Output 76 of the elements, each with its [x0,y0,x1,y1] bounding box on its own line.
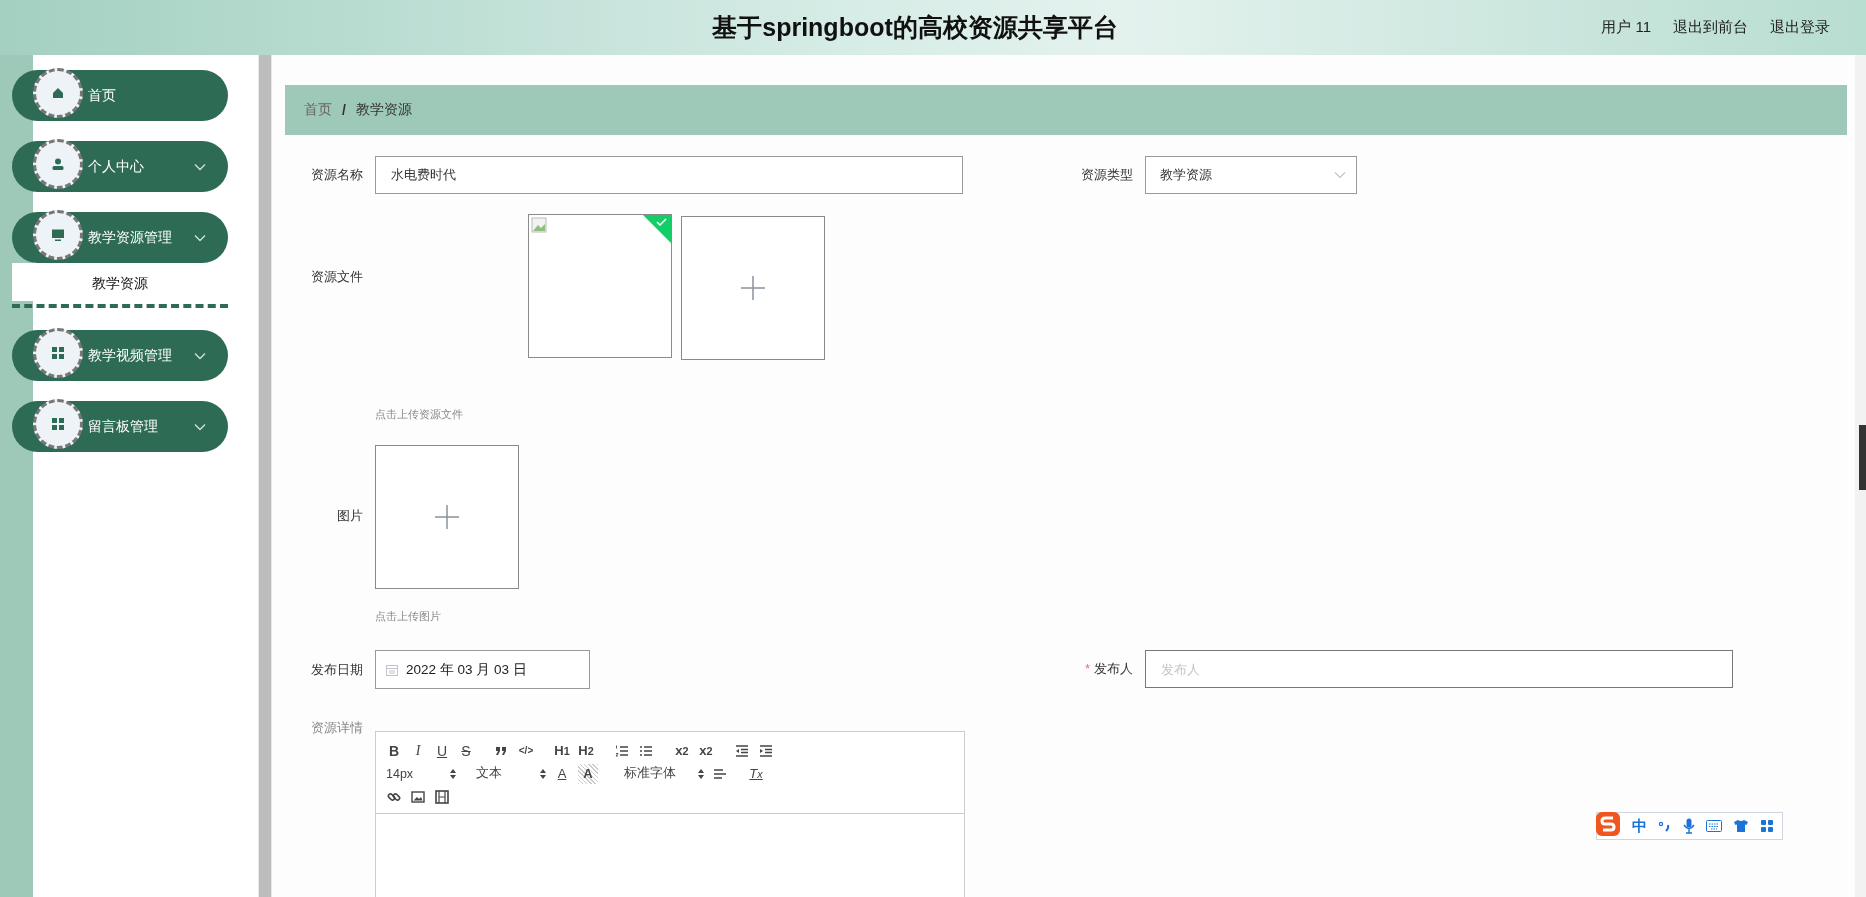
upload-hint: 点击上传图片 [375,609,442,624]
person-icon [51,156,65,171]
chevron-down-icon [194,233,206,242]
breadcrumb-separator: / [342,102,346,118]
text-field[interactable]: 水电费时代 [375,156,963,194]
select-field[interactable]: 教学资源 [1145,156,1357,194]
monitor-icon [51,227,65,242]
field-label: 图片 [337,508,363,523]
chevron-down-icon [194,422,206,431]
chevron-down-icon [194,351,206,360]
plus-icon [434,504,460,530]
menu-label: 教学资源管理 [88,228,173,247]
menu-label: 教学视频管理 [88,346,173,365]
menu-item[interactable]: 个人中心 [12,141,228,192]
bullet-list-icon[interactable] [639,743,653,758]
upload-hint: 点击上传资源文件 [375,407,464,422]
home-icon [51,85,65,100]
background-color-button[interactable]: A [578,763,598,784]
input-mode-button[interactable]: 中 [1632,816,1647,836]
toolbar-select[interactable]: 14px [386,763,456,784]
menu-label: 留言板管理 [88,417,159,436]
field-label: 资源详情 [311,720,363,735]
front-link[interactable]: 退出到前台 [1673,18,1748,37]
sort-arrows-icon [540,768,546,779]
indent-icon[interactable] [759,743,773,758]
field-label: 发布人 [1094,661,1133,676]
site-title: 基于springboot的高校资源共享平台 [712,12,1118,43]
upload-button[interactable] [681,216,825,360]
grid-icon [51,416,65,431]
breadcrumb-link[interactable]: 教学资源 [355,101,412,119]
menu-label: 首页 [88,86,117,105]
toolbar-select[interactable]: 标准字体 [624,763,704,784]
film-icon[interactable] [435,789,449,804]
align-left-icon[interactable] [713,766,727,781]
grid-icon [1760,819,1774,833]
microphone-icon [1683,818,1695,834]
field-label: 资源文件 [311,269,363,284]
menu-item[interactable]: 教学资源管理 [12,212,228,263]
field-label: 发布日期 [311,661,363,677]
scrollbar-thumb[interactable] [1859,425,1866,490]
font-color-button[interactable]: A [554,763,570,784]
date-field[interactable]: 2022 年 03 月 03 日 [375,650,590,689]
outdent-icon[interactable] [735,743,749,758]
bold-button[interactable]: B [386,740,402,761]
field-label: 资源类型 [1081,167,1133,182]
sort-arrows-icon [450,768,456,779]
italic-button[interactable]: I [410,740,426,761]
success-corner-icon [643,215,671,243]
required-mark: * [1084,661,1090,676]
sort-arrows-icon [698,768,704,779]
logout-link[interactable]: 退出登录 [1770,18,1830,37]
punctuation-icon [1658,819,1672,833]
shirt-icon [1733,819,1749,833]
menu-item[interactable]: 留言板管理 [12,401,228,452]
calendar-icon [386,663,398,676]
toolbar-select[interactable]: 文本 [476,763,546,784]
underline-button[interactable]: U [434,740,450,761]
field-label: 资源名称 [311,167,363,182]
uploaded-file-thumbnail[interactable] [528,214,672,358]
menu-item[interactable]: 首页 [12,70,228,121]
upload-button[interactable] [375,445,519,589]
text-field[interactable]: 发布人 [1145,650,1733,688]
ordered-list-icon[interactable] [615,743,629,758]
menu-item[interactable]: 教学视频管理 [12,330,228,381]
chevron-down-icon [1334,171,1346,179]
menu-label: 个人中心 [88,157,145,176]
code-button[interactable]: </> [518,740,534,761]
keyboard-icon [1706,820,1722,832]
broken-image-icon [531,217,547,233]
grid-icon [51,345,65,360]
scrollbar-thumb[interactable] [259,55,271,897]
chevron-down-icon [194,162,206,171]
user-link[interactable]: 用户 11 [1601,18,1651,37]
image-icon[interactable] [411,789,425,804]
plus-icon [740,275,766,301]
strikethrough-button[interactable]: S [458,740,474,761]
